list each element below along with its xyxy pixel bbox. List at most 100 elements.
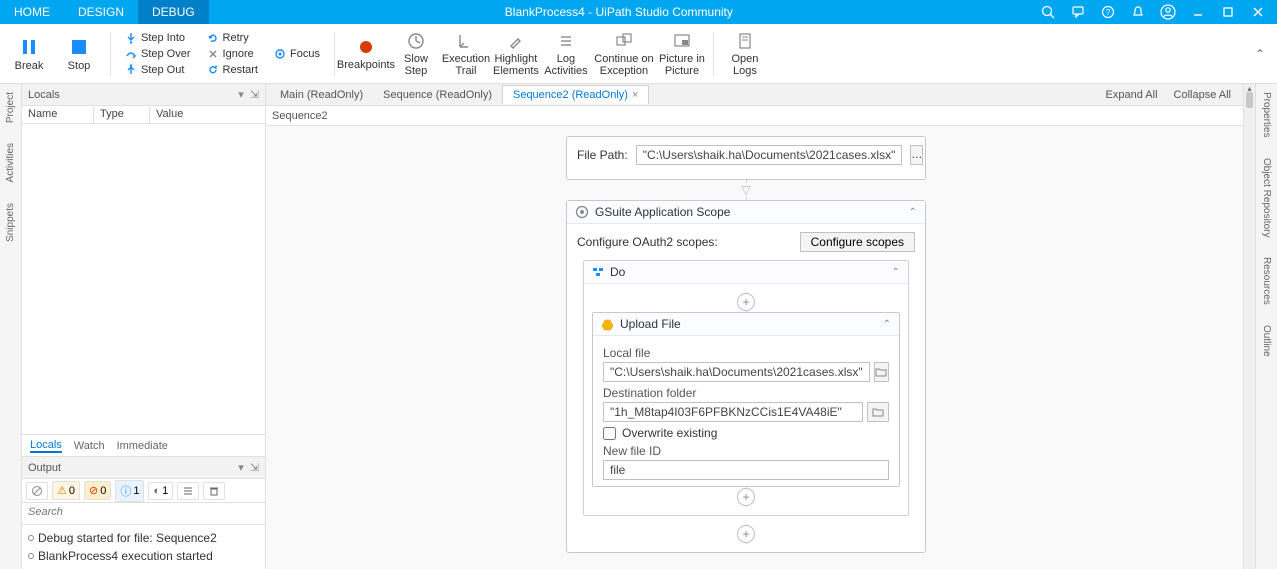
canvas[interactable]: File Path: "C:\Users\shaik.ha\Documents\… <box>266 126 1243 569</box>
feedback-icon[interactable] <box>1069 3 1087 21</box>
file-path-input[interactable]: "C:\Users\shaik.ha\Documents\2021cases.x… <box>636 145 903 165</box>
filter-error[interactable]: ⊘0 <box>84 481 111 500</box>
upload-file-activity[interactable]: Upload File ⌃ Local file "C:\Users\shaik… <box>592 312 900 487</box>
collapse-icon[interactable]: ⌃ <box>909 207 917 218</box>
new-file-id-input[interactable] <box>603 460 889 480</box>
doc-tab-main[interactable]: Main (ReadOnly) <box>270 86 373 104</box>
doc-tab-sequence[interactable]: Sequence (ReadOnly) <box>373 86 502 104</box>
collapse-all-button[interactable]: Collapse All <box>1166 89 1239 101</box>
rail-properties[interactable]: Properties <box>1261 92 1272 138</box>
locals-columns: Name Type Value <box>22 106 265 124</box>
tab-design[interactable]: DESIGN <box>64 0 138 24</box>
step-into-button[interactable]: Step Into <box>123 31 193 45</box>
filter-trace[interactable]: ◐1 <box>148 482 173 500</box>
rail-resources[interactable]: Resources <box>1261 257 1272 305</box>
execution-trail-button[interactable]: Execution Trail <box>443 26 489 82</box>
destination-folder-input[interactable]: "1h_M8tap4I03F6PFBKNzCCis1E4VA48iE" <box>603 402 863 422</box>
add-activity-button[interactable]: + <box>737 293 755 311</box>
tab-watch[interactable]: Watch <box>74 440 105 452</box>
locals-tabs: Locals Watch Immediate <box>22 434 265 456</box>
continue-on-exception-button[interactable]: Continue on Exception <box>593 26 655 82</box>
tab-immediate[interactable]: Immediate <box>117 440 168 452</box>
open-logs-button[interactable]: Open Logs <box>722 26 768 82</box>
output-search-input[interactable] <box>22 503 265 521</box>
log-activities-button[interactable]: Log Activities <box>543 26 589 82</box>
stop-button[interactable]: Stop <box>56 26 102 82</box>
output-search <box>22 503 265 525</box>
panel-dropdown-icon[interactable]: ▾ <box>238 88 244 101</box>
output-list: Debug started for file: Sequence2 BlankP… <box>22 525 265 569</box>
filter-warn[interactable]: ⚠0 <box>52 481 80 500</box>
rail-project[interactable]: Project <box>5 92 16 123</box>
maximize-icon[interactable] <box>1219 3 1237 21</box>
browse-file-button[interactable] <box>874 362 889 382</box>
output-delete-icon[interactable] <box>203 482 225 500</box>
col-type[interactable]: Type <box>94 106 150 123</box>
restart-button[interactable]: Restart <box>205 63 260 77</box>
document-tabs: Main (ReadOnly) Sequence (ReadOnly) Sequ… <box>266 84 1243 106</box>
breadcrumb[interactable]: Sequence2 <box>266 106 1243 126</box>
focus-button[interactable]: Focus <box>272 47 322 61</box>
search-icon[interactable] <box>1039 3 1057 21</box>
output-dropdown-icon[interactable]: ▾ <box>238 461 244 474</box>
rail-activities[interactable]: Activities <box>5 143 16 182</box>
rail-outline[interactable]: Outline <box>1261 325 1272 357</box>
destination-folder-label: Destination folder <box>603 386 889 400</box>
ignore-button[interactable]: Ignore <box>205 47 260 61</box>
top-tabs: HOME DESIGN DEBUG <box>0 0 209 24</box>
collapse-ribbon-icon[interactable]: ⌃ <box>1249 47 1271 61</box>
clear-output-icon[interactable] <box>26 482 48 500</box>
local-file-input[interactable]: "C:\Users\shaik.ha\Documents\2021cases.x… <box>603 362 870 382</box>
output-header: Output ▾ ⇲ <box>22 457 265 479</box>
close-icon[interactable] <box>1249 3 1267 21</box>
tab-locals[interactable]: Locals <box>30 439 62 453</box>
col-name[interactable]: Name <box>22 106 94 123</box>
highlight-elements-button[interactable]: Highlight Elements <box>493 26 539 82</box>
designer: Main (ReadOnly) Sequence (ReadOnly) Sequ… <box>266 84 1243 569</box>
output-list-icon[interactable] <box>177 482 199 500</box>
rail-snippets[interactable]: Snippets <box>5 203 16 242</box>
file-path-activity[interactable]: File Path: "C:\Users\shaik.ha\Documents\… <box>566 136 926 180</box>
output-toolbar: ⚠0 ⊘0 ⓘ1 ◐1 <box>22 479 265 503</box>
break-button[interactable]: Break <box>6 26 52 82</box>
rail-object-repository[interactable]: Object Repository <box>1261 158 1272 237</box>
minimize-icon[interactable] <box>1189 3 1207 21</box>
output-line[interactable]: BlankProcess4 execution started <box>28 547 259 565</box>
left-panel: Locals ▾ ⇲ Name Type Value Locals Watch … <box>22 84 266 569</box>
overwrite-checkbox[interactable] <box>603 427 616 440</box>
do-sequence[interactable]: Do ⌃ + Upload File ⌃ <box>583 260 909 516</box>
vertical-scrollbar[interactable]: ▴ <box>1243 84 1255 569</box>
slow-step-button[interactable]: Slow Step <box>393 26 439 82</box>
gsuite-scope-activity[interactable]: GSuite Application Scope ⌃ Configure OAu… <box>566 200 926 553</box>
doc-tab-sequence2[interactable]: Sequence2 (ReadOnly)× <box>502 85 649 104</box>
picture-in-picture-button[interactable]: Picture in Picture <box>659 26 705 82</box>
user-icon[interactable] <box>1159 3 1177 21</box>
panel-pin-icon[interactable]: ⇲ <box>250 88 259 101</box>
expand-all-button[interactable]: Expand All <box>1098 89 1166 101</box>
output-line[interactable]: Debug started for file: Sequence2 <box>28 529 259 547</box>
sequence-icon <box>592 266 604 278</box>
output-pin-icon[interactable]: ⇲ <box>250 461 259 474</box>
collapse-icon[interactable]: ⌃ <box>883 319 891 330</box>
help-icon[interactable]: ? <box>1099 3 1117 21</box>
overwrite-label: Overwrite existing <box>622 426 717 440</box>
tab-home[interactable]: HOME <box>0 0 64 24</box>
window-controls: ? <box>1029 0 1277 24</box>
step-over-button[interactable]: Step Over <box>123 47 193 61</box>
step-out-button[interactable]: Step Out <box>123 63 193 77</box>
collapse-icon[interactable]: ⌃ <box>892 267 900 278</box>
bell-icon[interactable] <box>1129 3 1147 21</box>
breakpoints-button[interactable]: Breakpoints <box>343 26 389 82</box>
browse-folder-button[interactable] <box>867 402 889 422</box>
filter-info[interactable]: ⓘ1 <box>115 480 144 502</box>
close-tab-icon[interactable]: × <box>632 89 638 101</box>
tab-debug[interactable]: DEBUG <box>138 0 209 24</box>
add-activity-button[interactable]: + <box>737 525 755 543</box>
window-title: BlankProcess4 - UiPath Studio Community <box>209 0 1029 24</box>
local-file-label: Local file <box>603 346 889 360</box>
configure-scopes-button[interactable]: Configure scopes <box>800 232 915 252</box>
col-value[interactable]: Value <box>150 106 265 123</box>
add-activity-button[interactable]: + <box>737 488 755 506</box>
file-path-browse-button[interactable]: … <box>910 145 923 165</box>
retry-button[interactable]: Retry <box>205 31 260 45</box>
